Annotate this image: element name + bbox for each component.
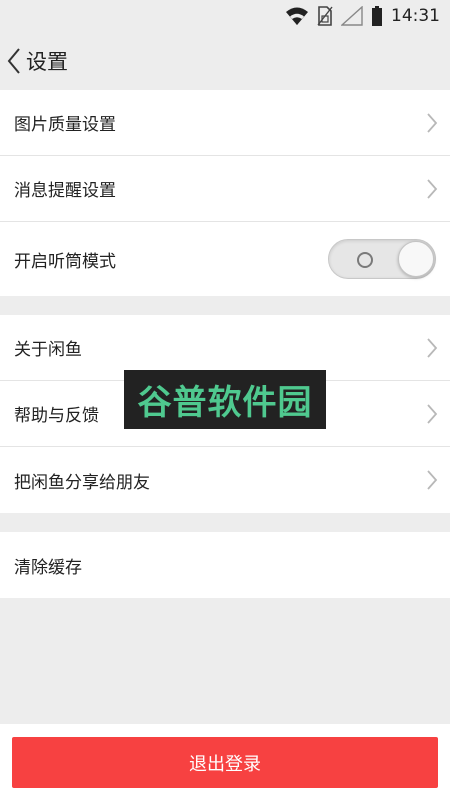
- nav-bar: 设置: [0, 32, 450, 90]
- settings-item-clear-cache[interactable]: 清除缓存: [0, 532, 450, 598]
- logout-button[interactable]: 退出登录: [12, 737, 438, 788]
- page-title: 设置: [26, 50, 68, 74]
- settings-item-label: 关于闲鱼: [14, 340, 82, 360]
- settings-item-earpiece-mode: 开启听筒模式: [0, 222, 450, 296]
- bottom-bar: 退出登录: [0, 724, 450, 800]
- watermark: 谷普软件园: [124, 370, 326, 429]
- battery-icon: [372, 6, 382, 26]
- toggle-knob: [398, 241, 434, 277]
- logout-label: 退出登录: [189, 753, 261, 775]
- status-bar: 14:31: [0, 0, 450, 32]
- settings-item-label: 开启听筒模式: [14, 251, 116, 272]
- chevron-right-icon: [427, 470, 438, 490]
- settings-item-share[interactable]: 把闲鱼分享给朋友: [0, 447, 450, 513]
- settings-group-3: 清除缓存: [0, 532, 450, 598]
- back-button[interactable]: 设置: [6, 42, 68, 80]
- sim-card-icon: [317, 6, 333, 26]
- chevron-right-icon: [427, 178, 438, 199]
- toggle-off-indicator: [357, 252, 373, 268]
- settings-item-label: 消息提醒设置: [14, 181, 116, 201]
- earpiece-mode-toggle[interactable]: [328, 239, 436, 279]
- settings-item-label: 把闲鱼分享给朋友: [14, 472, 150, 493]
- settings-item-label: 帮助与反馈: [14, 406, 99, 426]
- status-time: 14:31: [391, 6, 440, 26]
- chevron-left-icon: [7, 48, 20, 74]
- watermark-text: 谷普软件园: [137, 383, 313, 423]
- chevron-right-icon: [427, 112, 438, 133]
- settings-item-message-reminder[interactable]: 消息提醒设置: [0, 156, 450, 222]
- settings-item-label: 清除缓存: [14, 557, 82, 578]
- chevron-right-icon: [427, 337, 438, 358]
- settings-group-1: 图片质量设置 消息提醒设置 开启听筒模式: [0, 90, 450, 296]
- settings-item-label: 图片质量设置: [14, 115, 116, 135]
- settings-item-image-quality[interactable]: 图片质量设置: [0, 90, 450, 156]
- signal-icon: [341, 6, 363, 26]
- wifi-icon: [286, 7, 308, 25]
- chevron-right-icon: [427, 403, 438, 424]
- status-icons: 14:31: [285, 5, 440, 27]
